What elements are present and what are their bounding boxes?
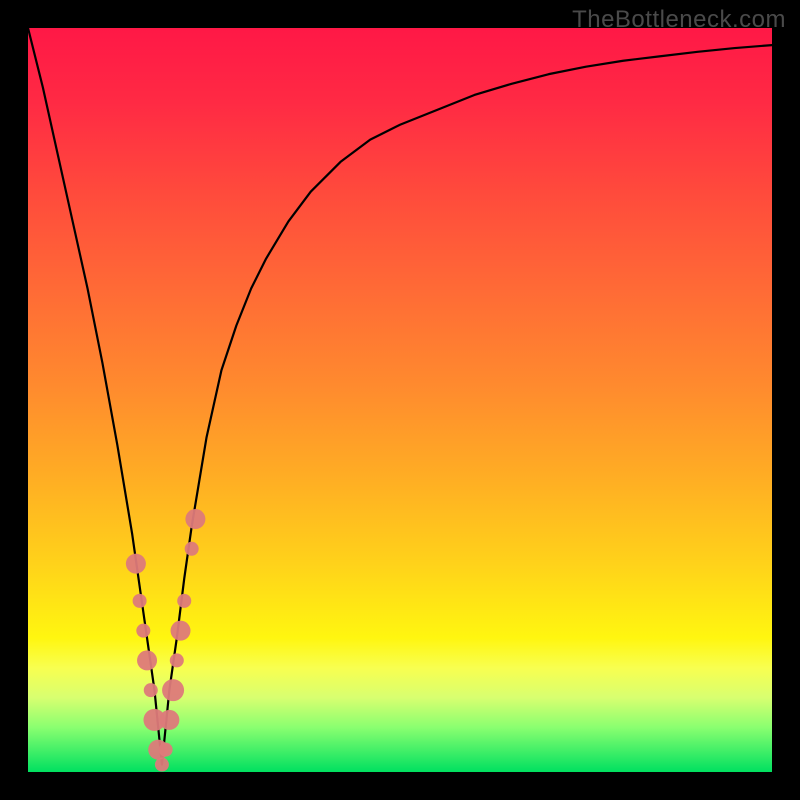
bead — [159, 743, 173, 757]
bead — [159, 710, 179, 730]
bead — [133, 594, 147, 608]
bead — [137, 650, 157, 670]
curve-layer — [28, 28, 772, 772]
watermark-text: TheBottleneck.com — [572, 6, 786, 34]
plot-area — [28, 28, 772, 772]
bead — [177, 594, 191, 608]
bead — [171, 621, 191, 641]
bead — [185, 509, 205, 529]
bead — [144, 683, 158, 697]
bead — [136, 624, 150, 638]
bead — [155, 758, 169, 772]
chart-frame: TheBottleneck.com — [0, 0, 800, 800]
bead — [185, 542, 199, 556]
bead — [126, 554, 146, 574]
bead — [162, 679, 184, 701]
bead — [170, 653, 184, 667]
